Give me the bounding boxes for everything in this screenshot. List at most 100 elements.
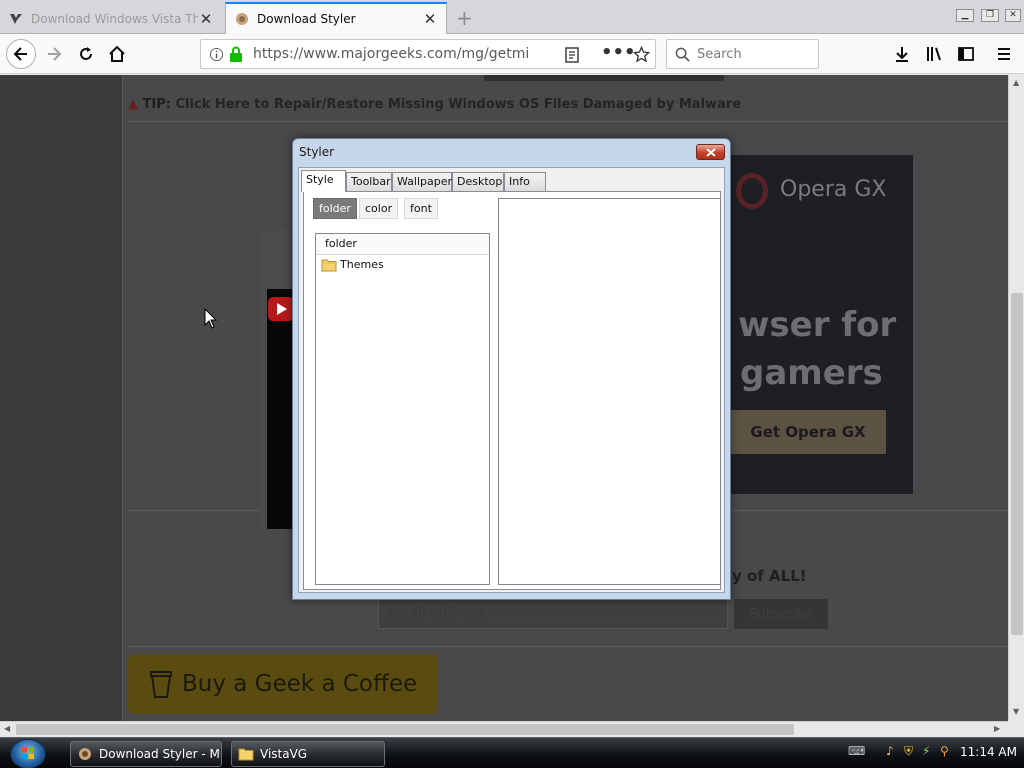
coffee-cup-icon [150,671,172,698]
tab-toolbar[interactable]: Toolbar [346,172,392,191]
tab-desktop[interactable]: Desktop [452,172,504,191]
ad-headline-2: gamers [740,353,883,393]
taskbar-item-label: Download Styler - M... [99,747,222,761]
info-icon[interactable] [209,47,224,62]
tab-title: Download Styler [257,12,356,26]
library-icon [927,47,941,61]
sidebar-icon [958,47,974,61]
get-opera-gx-button[interactable]: Get Opera GX [730,410,886,454]
navigation-bar: https://www.majorgeeks.com/mg/getmirror/… [0,34,1024,74]
color-subtab-button[interactable]: color [359,198,399,219]
list-header[interactable]: folder [316,234,489,255]
tab-info[interactable]: Info [504,172,546,191]
vertical-scroll-thumb[interactable] [1011,293,1023,635]
keyboard-icon[interactable]: ⌨ [848,744,865,758]
search-tray-icon[interactable]: ⚲ [940,744,954,758]
tab-download-windows-vista[interactable]: Download Windows Vista The... ✕ [0,3,222,34]
style-tab-panel: folder color font folder Themes [303,191,721,590]
search-bar[interactable]: Search [666,39,819,69]
taskbar-item-label: VistaVG [260,747,308,761]
warning-icon: ▲ [128,97,138,112]
download-icon [896,47,908,62]
reader-view-icon[interactable] [565,47,579,63]
majorgeeks-favicon-icon [8,11,24,27]
restore-icon[interactable]: ❐ [981,9,999,22]
coffee-label: Buy a Geek a Coffee [182,671,418,697]
tab-style[interactable]: Style [301,170,346,192]
list-item-themes[interactable]: Themes [316,255,489,274]
firefox-icon [79,748,91,760]
email-field[interactable]: email address [378,599,728,629]
tab-wallpaper[interactable]: Wallpaper [392,172,452,191]
home-icon [109,45,125,62]
tab-close-icon[interactable]: ✕ [422,10,438,28]
dialog-title: Styler [299,145,335,159]
scroll-down-icon[interactable]: ▼ [1013,707,1019,716]
start-button[interactable] [10,739,46,768]
ad-headline-1: wser for [738,305,897,345]
security-shield-icon[interactable]: ⛨ [904,744,918,758]
reload-button[interactable] [72,40,100,68]
home-button[interactable] [103,40,131,68]
downloads-button[interactable] [888,40,916,68]
lock-icon[interactable] [229,46,243,62]
reload-icon [80,47,92,60]
network-icon[interactable]: ⚡ [922,744,936,758]
forward-button[interactable] [40,40,68,68]
styler-dialog: Styler Style Toolbar Wallpaper Desktop I… [292,138,731,600]
url-text[interactable]: https://www.majorgeeks.com/mg/getmirror/ [253,46,528,62]
subscribe-button[interactable]: Subscribe [734,599,828,629]
list-item-label: Themes [340,258,384,271]
back-button[interactable] [6,39,36,69]
newsletter-text: y of ALL! [732,567,807,585]
menu-button[interactable] [990,40,1018,68]
library-button[interactable] [920,40,948,68]
taskbar-item-vistavg[interactable]: VistaVG [231,741,385,767]
page-actions-icon[interactable]: ••• [601,42,636,63]
folder-icon [238,748,254,761]
horizontal-scroll-thumb[interactable] [16,724,794,735]
window-close-icon[interactable]: ✕ [1005,9,1021,22]
new-tab-icon[interactable]: + [456,6,473,30]
address-bar[interactable]: https://www.majorgeeks.com/mg/getmirror/… [200,39,656,69]
scroll-left-icon[interactable]: ◀ [4,724,10,733]
folder-list[interactable]: folder Themes [315,233,490,585]
clock[interactable]: 11:14 AM [960,745,1017,759]
volume-icon[interactable]: ♪ [886,744,900,758]
scroll-up-icon[interactable]: ▲ [1013,78,1019,87]
tip-link[interactable]: Click Here to Repair/Restore Missing Win… [176,97,742,112]
left-sidebar [0,75,123,721]
back-arrow-icon [13,47,27,61]
preview-panel [498,198,721,585]
dialog-body: Style Toolbar Wallpaper Desktop Info fol… [298,167,725,593]
font-subtab-button[interactable]: font [404,198,438,219]
tip-label: TIP: [142,97,171,112]
sidebar-button[interactable] [952,40,980,68]
opera-gx-ad[interactable]: Opera GX wser for gamers Get Opera GX [700,155,913,494]
bookmark-star-icon[interactable] [633,46,650,63]
dialog-close-button[interactable] [696,144,725,160]
scroll-right-icon[interactable]: ▶ [994,724,1000,733]
browser-tab-bar: Download Windows Vista The... ✕ Download… [0,0,1024,34]
horizontal-scrollbar[interactable]: ◀ ▶ [0,721,1008,737]
tab-close-icon[interactable]: ✕ [198,10,214,28]
hamburger-menu-icon [998,48,1010,60]
taskbar-item-firefox[interactable]: Download Styler - M... [70,741,222,767]
tab-title: Download Windows Vista The... [31,11,198,26]
tab-download-styler[interactable]: Download Styler ✕ [225,2,447,34]
close-icon [705,147,716,157]
search-icon [675,47,690,62]
buy-coffee-button[interactable]: Buy a Geek a Coffee [128,654,438,714]
styler-favicon-icon [234,11,250,27]
minimize-icon[interactable]: ▁ [956,9,974,22]
vertical-scrollbar[interactable]: ▲ ▼ [1008,75,1024,721]
tip-banner[interactable]: ▲ TIP: Click Here to Repair/Restore Miss… [128,97,741,112]
ad-brand: Opera GX [780,177,887,202]
folder-subtab-button[interactable]: folder [313,198,357,219]
search-placeholder: Search [697,47,742,62]
download-button-partial[interactable] [484,75,724,81]
windows-logo-icon [22,747,34,759]
opera-logo-icon [736,173,768,209]
mouse-cursor-icon [204,308,218,329]
play-icon [277,303,287,315]
